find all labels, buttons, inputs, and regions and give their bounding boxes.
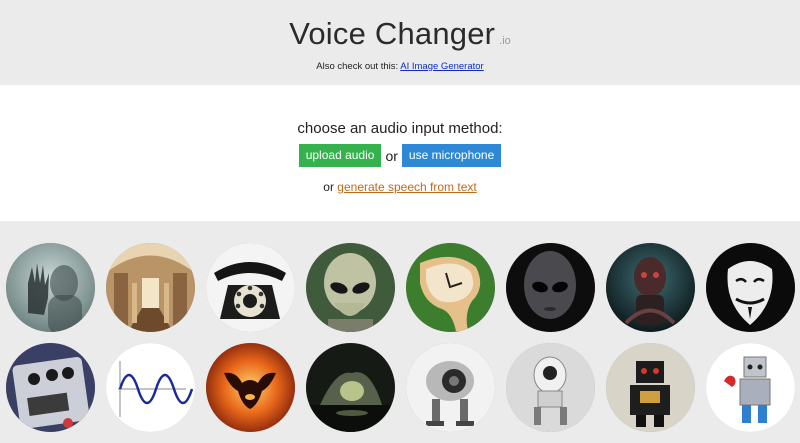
cyborg-icon: [606, 243, 695, 332]
tts-line: or generate speech from text: [0, 180, 800, 194]
toy-robot-icon: [706, 343, 795, 432]
voice-guitar-pedal[interactable]: [6, 343, 95, 432]
voice-telephone[interactable]: [206, 243, 295, 332]
voice-ghost[interactable]: [6, 243, 95, 332]
guitar-pedal-icon: [6, 343, 95, 432]
voice-toy-robot[interactable]: [706, 343, 795, 432]
voice-row-1: [6, 243, 800, 332]
button-row: upload audio or use microphone: [0, 144, 800, 167]
dark-alien-icon: [506, 243, 595, 332]
also-prefix: Also check out this:: [316, 61, 399, 72]
fire-demon-icon: [206, 343, 295, 432]
use-microphone-button[interactable]: use microphone: [401, 144, 502, 167]
voice-white-robot[interactable]: [506, 343, 595, 432]
or-text-2: or: [323, 180, 334, 194]
voice-anonymous-mask[interactable]: [706, 243, 795, 332]
voice-row-2: [6, 343, 800, 432]
upload-audio-button[interactable]: upload audio: [298, 144, 382, 167]
or-text: or: [385, 147, 398, 164]
ghost-icon: [6, 243, 95, 332]
white-robot-icon: [506, 343, 595, 432]
tin-robot-icon: [606, 343, 695, 432]
voice-cave[interactable]: [306, 343, 395, 432]
input-method-panel: choose an audio input method: upload aud…: [0, 85, 800, 221]
church-icon: [106, 243, 195, 332]
choose-heading: choose an audio input method:: [297, 120, 503, 137]
sine-wave-icon: [106, 343, 195, 432]
robot-eye-icon: [406, 343, 495, 432]
voice-fire-demon[interactable]: [206, 343, 295, 432]
voice-alien[interactable]: [306, 243, 395, 332]
title-suffix: .io: [499, 35, 511, 47]
voice-gallery: [0, 221, 800, 432]
voice-tin-robot[interactable]: [606, 343, 695, 432]
voice-church[interactable]: [106, 243, 195, 332]
also-check-line: Also check out this: AI Image Generator: [0, 61, 800, 72]
page-title: Voice Changer: [289, 16, 496, 51]
header: Voice Changer .io Also check out this: AI…: [0, 0, 800, 85]
voice-robot-eye[interactable]: [406, 343, 495, 432]
alien-icon: [306, 243, 395, 332]
anonymous-mask-icon: [706, 243, 795, 332]
generate-speech-link[interactable]: generate speech from text: [337, 180, 476, 194]
voice-dark-alien[interactable]: [506, 243, 595, 332]
voice-sine-wave[interactable]: [106, 343, 195, 432]
cave-icon: [306, 343, 395, 432]
melting-clock-icon: [406, 243, 495, 332]
telephone-icon: [206, 243, 295, 332]
voice-cyborg[interactable]: [606, 243, 695, 332]
voice-melting-clock[interactable]: [406, 243, 495, 332]
title-row: Voice Changer .io: [0, 0, 800, 58]
ai-image-generator-link[interactable]: AI Image Generator: [400, 61, 483, 72]
